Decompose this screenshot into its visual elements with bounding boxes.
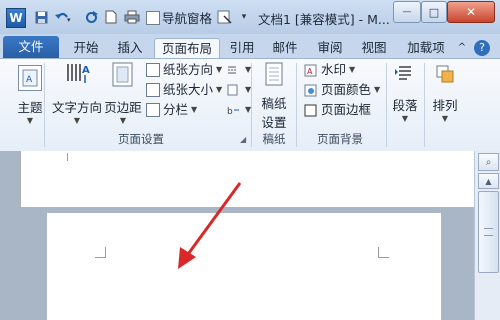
print-icon[interactable] (124, 9, 140, 25)
redo-icon[interactable] (84, 9, 98, 25)
page-border-icon (304, 104, 317, 116)
size-button[interactable]: 纸张大小 ▼ (146, 81, 222, 99)
tab-review[interactable]: 审阅 (312, 38, 348, 58)
draft-group-label: 稿纸 (262, 132, 286, 146)
save-icon[interactable] (34, 9, 48, 25)
margins-button[interactable]: 页边距 ▼ (104, 61, 142, 125)
paragraph-icon (394, 61, 416, 87)
arrange-button[interactable]: 排列 ▼ (428, 61, 462, 123)
separator (386, 63, 387, 147)
tab-mailings[interactable]: 邮件 (268, 38, 302, 58)
svg-text:A: A (307, 67, 313, 76)
watermark-button[interactable]: A 水印 ▼ (304, 61, 355, 79)
scroll-grip-icon (484, 228, 493, 236)
hyphenation-icon: b (227, 107, 239, 116)
ribbon-collapse-icon[interactable]: ^ (456, 38, 468, 58)
hyphenation-button[interactable]: b ▼ (226, 101, 251, 119)
columns-button[interactable]: 分栏 ▼ (146, 101, 197, 119)
paragraph-button[interactable]: 段落 ▼ (388, 61, 422, 123)
draft-paper-button[interactable]: 稿纸 设置 (254, 61, 294, 131)
separator (296, 63, 297, 147)
nav-pane-checkbox[interactable] (146, 11, 160, 25)
separator (424, 63, 425, 147)
page-setup-group-label: 页面设置 (118, 132, 164, 146)
orientation-icon (146, 63, 160, 77)
ruler-toggle-icon[interactable]: ⌕ (478, 153, 499, 171)
page-color-button[interactable]: 页面颜色 ▼ (304, 81, 380, 99)
ribbon-tabs: 文件 开始 插入 页面布局 引用 邮件 审阅 视图 加载项 ^ ? (0, 34, 500, 59)
text-direction-button[interactable]: A 文字方向 ▼ (50, 61, 104, 125)
columns-icon (146, 103, 160, 117)
tab-insert[interactable]: 插入 (112, 38, 148, 58)
orientation-button[interactable]: 纸张方向 ▼ (146, 61, 222, 79)
page-color-icon (304, 84, 317, 96)
help-icon[interactable]: ? (474, 40, 490, 56)
scroll-up-button[interactable]: ▲ (478, 173, 499, 189)
page-setup-launcher-icon[interactable]: ◢ (240, 135, 246, 144)
arrange-icon (434, 61, 456, 87)
tab-page-layout[interactable]: 页面布局 (154, 38, 220, 59)
separator (251, 63, 252, 147)
page-icon[interactable] (216, 9, 232, 25)
tab-view[interactable]: 视图 (356, 38, 392, 58)
page-border-button[interactable]: 页面边框 (304, 101, 371, 119)
draft-paper-icon (264, 61, 284, 89)
title-bar: W ▾ 导航窗格 ▾ 文档1 [兼容模式] - M... — □ ✕ (0, 0, 500, 34)
tab-references[interactable]: 引用 (225, 38, 259, 58)
tab-home[interactable]: 开始 (68, 38, 104, 58)
svg-text:A: A (82, 65, 90, 76)
separator (44, 63, 45, 147)
breaks-icon (228, 66, 236, 74)
svg-text:A: A (26, 75, 33, 85)
text-direction-icon: A (64, 61, 90, 89)
tab-addins[interactable]: 加载项 (402, 38, 450, 58)
svg-text:b: b (227, 107, 233, 116)
ribbon-page-layout: A 主题 ▼ A 文字方向 ▼ 页边距 ▼ 纸张方向 ▼ 纸张大小 ▼ 分栏 ▼ (0, 58, 500, 152)
svg-text:▾: ▾ (67, 16, 71, 24)
minimize-button[interactable]: — (393, 1, 421, 23)
document-area (0, 151, 479, 320)
page-corner-mark (378, 247, 389, 258)
tab-file[interactable]: 文件 (3, 36, 59, 58)
page-corner-mark (67, 153, 68, 161)
scroll-thumb[interactable] (478, 191, 499, 273)
word-app-icon[interactable]: W (6, 8, 26, 28)
margins-icon (111, 61, 135, 89)
maximize-button[interactable]: □ (421, 1, 447, 23)
close-button[interactable]: ✕ (447, 1, 495, 23)
paper-size-icon (146, 83, 160, 97)
page-background-group-label: 页面背景 (317, 132, 363, 146)
line-numbers-icon (227, 84, 238, 96)
customize-qa-chevron-icon[interactable]: ▾ (238, 9, 250, 25)
red-arrow-annotation (178, 182, 242, 269)
watermark-icon: A (304, 64, 317, 76)
window-title: 文档1 [兼容模式] - M... (258, 12, 390, 27)
vertical-scrollbar[interactable]: ⌕ ▲ (474, 151, 500, 320)
nav-pane-label: 导航窗格 (162, 10, 213, 26)
themes-icon: A (18, 65, 42, 91)
undo-icon[interactable]: ▾ (54, 9, 72, 25)
new-doc-icon[interactable] (104, 9, 118, 25)
line-numbers-button[interactable]: ▼ (226, 81, 251, 99)
page-corner-mark (95, 247, 106, 258)
breaks-button[interactable]: ▼ (226, 61, 251, 79)
